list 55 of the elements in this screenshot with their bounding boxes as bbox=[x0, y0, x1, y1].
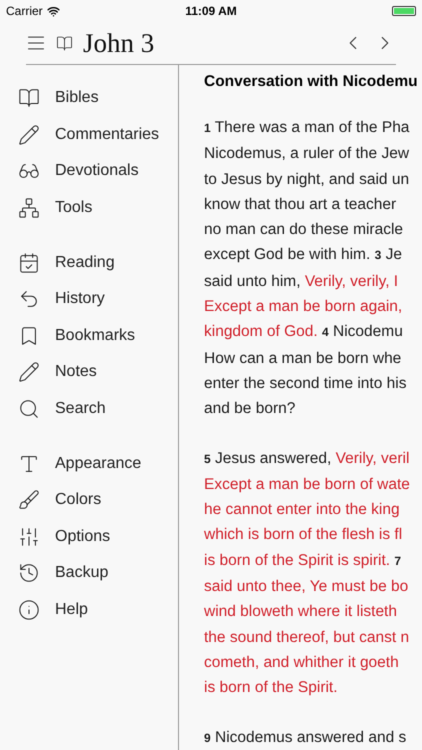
sliders-icon bbox=[18, 526, 40, 548]
verse-text-line: 5 Jesus answered, Verily, veril bbox=[204, 448, 410, 469]
verse-text-line: is born of the Spirit is spirit. 7 bbox=[204, 550, 402, 571]
section-heading: Conversation with Nicodemu bbox=[204, 73, 419, 91]
verse-text-line: which is born of the flesh is fl bbox=[204, 525, 404, 546]
book-button[interactable] bbox=[56, 34, 73, 52]
verse-text-line: said unto thee, Ye must be bo bbox=[204, 577, 410, 598]
sidebar-item[interactable]: Bookmarks bbox=[0, 318, 178, 354]
history-icon bbox=[18, 562, 40, 584]
pencil-icon bbox=[18, 124, 40, 146]
verse-text-line: wind bloweth where it listeth bbox=[204, 602, 398, 622]
verse-text-line: no man can do these miracle bbox=[204, 220, 404, 240]
hierarchy-icon bbox=[18, 197, 40, 220]
info-icon bbox=[18, 599, 40, 622]
search-icon bbox=[18, 398, 40, 420]
brush-icon bbox=[18, 489, 40, 512]
verse-text-line: the sound thereof, but canst n bbox=[204, 628, 410, 648]
sidebar-item[interactable]: Devotionals bbox=[0, 153, 178, 190]
verse-text-line: Except a man be born of wate bbox=[204, 474, 411, 495]
sidebar-item[interactable]: Bibles bbox=[0, 80, 178, 117]
sidebar-item[interactable]: Backup bbox=[0, 555, 178, 592]
pencil-icon bbox=[18, 361, 40, 384]
verse-text-line: cometh, and whither it goeth bbox=[204, 652, 400, 673]
sidebar-item[interactable]: Notes bbox=[0, 354, 178, 391]
sidebar-item[interactable]: Options bbox=[0, 518, 178, 556]
book-icon bbox=[18, 87, 40, 110]
book-icon bbox=[56, 34, 73, 52]
status-time: 11:09 AM bbox=[185, 4, 237, 18]
verse-text-line: 9 Nicodemus answered and s bbox=[204, 728, 408, 748]
verse-text-line: know that thou art a teacher bbox=[204, 194, 398, 215]
sidebar-item[interactable]: History bbox=[0, 280, 178, 318]
verse-text-line: to Jesus by night, and said un bbox=[204, 170, 410, 190]
verse-text-line: kingdom of God. 4 Nicodemu bbox=[204, 322, 404, 342]
sidebar-item[interactable]: Tools bbox=[0, 190, 178, 226]
verse-text-line: is born of the Spirit. bbox=[204, 678, 339, 698]
sidebar-item[interactable]: Commentaries bbox=[0, 116, 178, 154]
verse-text-line: enter the second time into his bbox=[204, 374, 408, 394]
calendar-check-icon bbox=[18, 252, 40, 274]
verse-text-line: said unto him, Verily, verily, I bbox=[204, 272, 400, 292]
sidebar-item[interactable]: Colors bbox=[0, 482, 178, 519]
verse-text-line: Except a man be born again, bbox=[204, 297, 404, 318]
sidebar-item[interactable]: Search bbox=[0, 390, 178, 428]
verse-text-line: he cannot enter into the king bbox=[204, 500, 401, 520]
verse-text-line: How can a man be born whe bbox=[204, 348, 402, 369]
verse-text-line: and be born? bbox=[204, 399, 296, 420]
wifi-icon bbox=[46, 4, 60, 18]
battery-icon bbox=[392, 6, 416, 16]
verse-text-line: Nicodemus, a ruler of the Jew bbox=[204, 144, 410, 164]
verse-text-line: 1 There was a man of the Pha bbox=[204, 118, 410, 138]
sidebar-item[interactable]: Appearance bbox=[0, 445, 178, 482]
carrier-name: Carrier bbox=[6, 4, 43, 18]
sidebar-item[interactable]: Reading bbox=[0, 244, 178, 281]
verse-text-line: except God be with him. 3 Je bbox=[204, 245, 403, 266]
sidebar-item[interactable]: Help bbox=[0, 592, 178, 628]
chapter-title: John 3 bbox=[83, 28, 156, 58]
